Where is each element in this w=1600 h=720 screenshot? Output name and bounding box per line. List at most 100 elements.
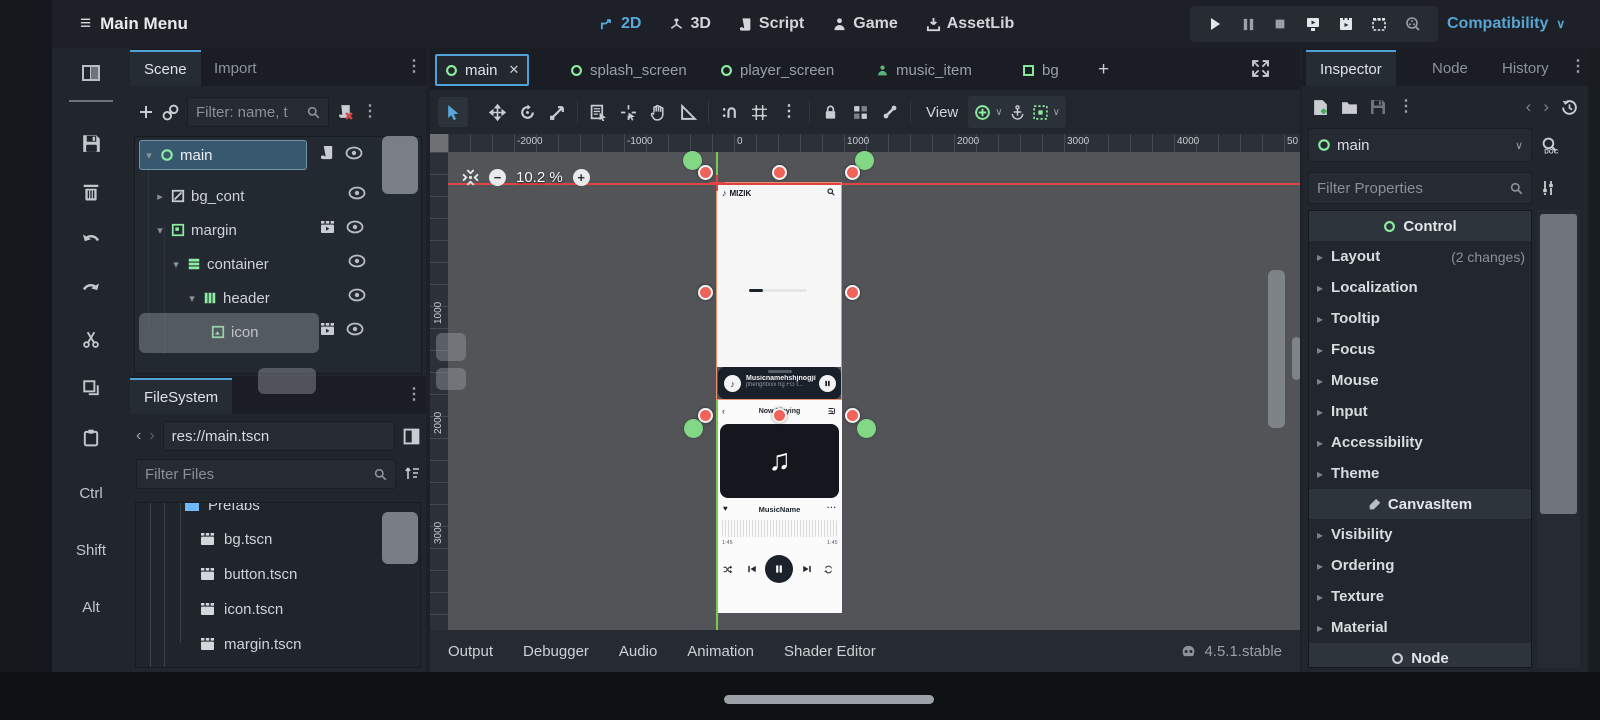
play-button[interactable] — [1207, 16, 1223, 32]
bottom-tab-debugger[interactable]: Debugger — [523, 643, 589, 660]
filesystem-menu-icon[interactable]: ⋮ — [406, 387, 422, 403]
save-button[interactable] — [52, 126, 130, 160]
scene-tree-menu-icon[interactable]: ⋮ — [362, 104, 378, 120]
move-tool-button[interactable] — [482, 97, 512, 127]
script-icon[interactable] — [320, 145, 335, 160]
tab-filesystem[interactable]: FileSystem — [130, 378, 233, 414]
group-localization[interactable]: ▸ Localization — [1309, 272, 1531, 303]
file-row-button-tscn[interactable]: button.tscn — [136, 558, 420, 590]
visibility-eye-icon[interactable] — [348, 288, 366, 302]
canvas-2d[interactable]: ♪ MIZIK ♪ Musicnamehshjnogjil jtherightx… — [436, 151, 1300, 630]
collapse-arrow-icon[interactable]: ▾ — [171, 258, 181, 271]
add-node-button[interactable] — [138, 104, 154, 120]
pause-button[interactable] — [1241, 17, 1256, 32]
bottom-tab-audio[interactable]: Audio — [619, 643, 657, 660]
scene-tab-splash-screen[interactable]: splash_screen — [562, 54, 695, 86]
grid-snap-button[interactable] — [744, 97, 774, 127]
scale-tool-button[interactable] — [542, 97, 572, 127]
play-custom-scene-button[interactable] — [1371, 16, 1387, 32]
skeleton-bone-icon[interactable] — [875, 97, 905, 127]
open-docs-icon[interactable]: DOC — [1540, 136, 1559, 155]
undo-button[interactable] — [52, 223, 130, 257]
nav-back-icon[interactable]: ‹ — [136, 427, 141, 445]
gesture-pill[interactable] — [724, 695, 934, 704]
scene-tab-main[interactable]: main ✕ — [435, 54, 530, 86]
paste-button[interactable] — [52, 420, 130, 454]
resize-handle-middle-right[interactable] — [845, 285, 860, 300]
collapse-arrow-icon[interactable]: ▾ — [155, 224, 165, 237]
delete-button[interactable] — [52, 174, 130, 208]
modifier-alt-button[interactable]: Alt — [52, 590, 130, 624]
ruler-tool-button[interactable] — [673, 97, 703, 127]
nav-forward-icon[interactable]: › — [149, 427, 154, 445]
pick-pivot-button[interactable] — [613, 97, 643, 127]
detach-script-icon[interactable] — [337, 104, 354, 121]
edited-object-selector[interactable]: main ∨ — [1308, 128, 1532, 162]
scene-tab-music-item[interactable]: music_item — [868, 54, 980, 86]
bottom-tab-animation[interactable]: Animation — [687, 643, 754, 660]
main-menu-button[interactable]: ≡ Main Menu — [80, 0, 188, 48]
file-row-prefabs[interactable]: Prefabs — [136, 503, 420, 521]
anchor-handle-bottom-left[interactable] — [684, 419, 703, 438]
resize-handle-middle-left[interactable] — [698, 285, 713, 300]
history-forward-icon[interactable]: › — [1543, 97, 1549, 117]
group-ordering[interactable]: ▸ Ordering — [1309, 550, 1531, 581]
visibility-eye-icon[interactable] — [346, 220, 364, 234]
cut-button[interactable] — [52, 322, 130, 356]
dock-edge-scrollbar[interactable] — [1292, 337, 1300, 380]
lock-object-button[interactable] — [815, 97, 845, 127]
workspace-3d[interactable]: 3D — [669, 15, 711, 33]
bottom-tab-output[interactable]: Output — [448, 643, 493, 660]
inspector-scrollbar[interactable] — [1537, 210, 1580, 668]
split-mode-icon[interactable] — [403, 428, 420, 445]
group-visibility[interactable]: ▸ Visibility — [1309, 519, 1531, 550]
canvas-vertical-scrollbar[interactable] — [1268, 270, 1285, 428]
new-resource-icon[interactable] — [1312, 99, 1329, 116]
workspace-script[interactable]: Script — [739, 15, 804, 33]
anchor-icon[interactable] — [1010, 104, 1025, 120]
visibility-eye-icon[interactable] — [346, 322, 364, 336]
rotate-tool-button[interactable] — [512, 97, 542, 127]
file-row-bg-tscn[interactable]: bg.tscn — [136, 523, 420, 555]
copy-button[interactable] — [52, 371, 130, 405]
version-info[interactable]: 4.5.1.stable — [1181, 643, 1282, 660]
scene-filter-input[interactable]: Filter: name, t — [187, 97, 329, 127]
pan-tool-button[interactable] — [643, 97, 673, 127]
scene-tab-bg[interactable]: bg — [1014, 54, 1067, 86]
load-resource-folder-icon[interactable] — [1341, 100, 1358, 115]
redo-button[interactable] — [52, 272, 130, 306]
modifier-shift-button[interactable]: Shift — [52, 533, 130, 567]
group-theme[interactable]: ▸ Theme — [1309, 458, 1531, 489]
scrollbar-handle[interactable] — [1540, 214, 1577, 514]
workspace-assetlib[interactable]: AssetLib — [926, 15, 1014, 33]
object-history-icon[interactable] — [1561, 99, 1578, 116]
renderer-selector[interactable]: Compatibility ∨ — [1447, 0, 1565, 48]
resize-handle-bottom-right[interactable] — [845, 408, 860, 423]
select-tool-button[interactable] — [438, 97, 468, 127]
visibility-eye-icon[interactable] — [345, 146, 363, 160]
canvas-viewport[interactable]: -2000 -1000 0 1000 2000 3000 4000 50 100… — [430, 134, 1300, 630]
container-sizing-icon[interactable] — [1032, 104, 1049, 121]
animation-clapper-icon[interactable] — [320, 220, 336, 234]
animation-clapper-icon[interactable] — [320, 322, 336, 336]
visibility-eye-icon[interactable] — [348, 254, 366, 268]
expand-viewport-icon[interactable] — [1252, 60, 1269, 77]
file-row-icon-tscn[interactable]: icon.tscn — [136, 593, 420, 625]
zoom-in-button[interactable]: + — [572, 169, 590, 186]
group-focus[interactable]: ▸ Focus — [1309, 334, 1531, 365]
tab-history[interactable]: History — [1488, 50, 1563, 86]
save-resource-icon[interactable] — [1370, 99, 1386, 115]
filter-properties-input[interactable]: Filter Properties — [1308, 172, 1532, 204]
distraction-free-button[interactable] — [52, 56, 130, 90]
expand-arrow-icon[interactable]: ▸ — [155, 190, 165, 203]
chevron-down-icon[interactable]: ∨ — [995, 107, 1002, 118]
zoom-out-button[interactable]: − — [489, 169, 506, 186]
group-object-button[interactable] — [845, 97, 875, 127]
close-tab-icon[interactable]: ✕ — [509, 62, 520, 78]
collapse-arrow-icon[interactable]: ▾ — [144, 149, 154, 162]
view-menu-button[interactable]: View — [916, 104, 968, 121]
smart-snap-button[interactable] — [714, 97, 744, 127]
modifier-ctrl-button[interactable]: Ctrl — [52, 476, 130, 510]
play-current-scene-button[interactable] — [1338, 16, 1354, 32]
group-layout[interactable]: ▸ Layout (2 changes) — [1309, 241, 1531, 272]
